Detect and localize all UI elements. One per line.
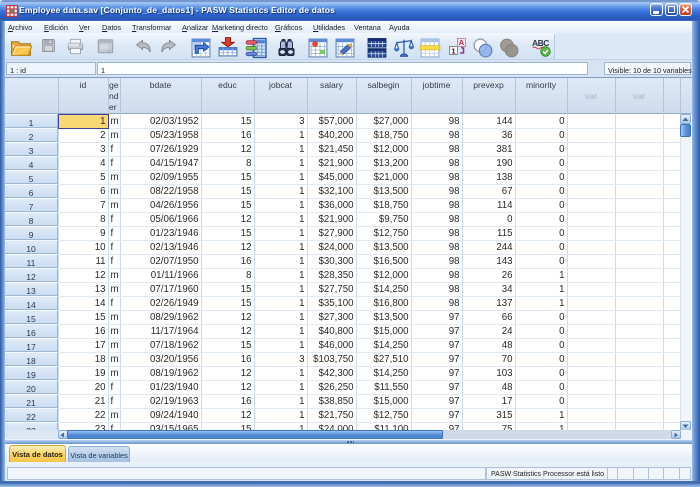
svg-text:1: 1 [451,46,455,55]
svg-text:A: A [459,38,465,47]
